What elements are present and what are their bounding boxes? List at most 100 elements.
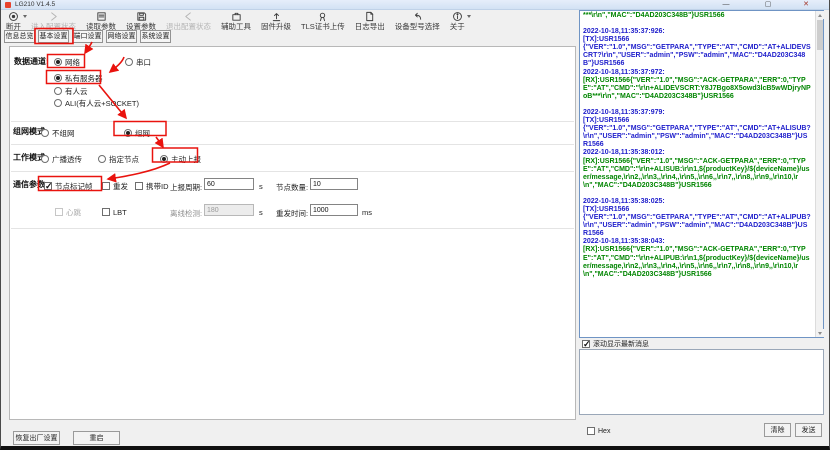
- window-titlebar: LG210 V1.4.5 — ▢ ✕: [1, 0, 829, 10]
- checkbox-carry-id[interactable]: 携带ID: [135, 181, 169, 191]
- log-entry: 2022-10-18,11:35:38:025: [TX]:USR1566 {"…: [583, 198, 812, 238]
- minimize-button[interactable]: —: [711, 0, 741, 10]
- log-scrollbar[interactable]: [815, 11, 823, 337]
- divider: [11, 144, 574, 145]
- toolbar-item-enter-config-state: 进入配置状态: [28, 11, 79, 31]
- log-entry: 2022-10-18,11:35:37:979: [TX]:USR1566 {"…: [583, 109, 812, 149]
- send-button[interactable]: 发送: [795, 423, 822, 437]
- toolbar-item-about[interactable]: 关于: [447, 11, 468, 31]
- send-input[interactable]: [579, 349, 824, 415]
- radio-broadcast-transparent[interactable]: 广播透传: [41, 154, 82, 164]
- divider: [11, 121, 574, 122]
- report-cycle-label: 上报周期:: [170, 182, 202, 193]
- clear-button[interactable]: 清除: [764, 423, 791, 437]
- form-panel: 数据通道: 组网模式: 工作模式: 通信参数: 网络串口 私有服务器有人云ALI…: [9, 46, 576, 420]
- report-cycle-input[interactable]: [204, 178, 254, 190]
- toolbar-item-set-params[interactable]: 设置参数: [123, 11, 159, 31]
- hex-checkbox[interactable]: [587, 427, 595, 435]
- scrollbar-down-icon[interactable]: [816, 329, 824, 337]
- close-button[interactable]: ✕: [787, 0, 825, 10]
- section-label-data-channel: 数据通道:: [14, 56, 49, 67]
- firmware-upgrade-icon: [261, 11, 291, 22]
- toolbar-item-read-params[interactable]: 读取参数: [83, 11, 119, 31]
- tab-network-settings[interactable]: 网络设置: [106, 30, 137, 43]
- window-title: LG210 V1.4.5: [15, 1, 55, 8]
- autoscroll-label: 滚动显示最新消息: [593, 339, 649, 349]
- exit-config-icon: [166, 11, 211, 22]
- log-entry: ***\r\n","MAC":"D4AD203C348B"}USR1566: [583, 12, 812, 20]
- toolbar-item-device-model-select[interactable]: 设备型号选择: [392, 11, 443, 31]
- log-entry: 2022-10-18,11:35:37:926: [TX]:USR1566 {"…: [583, 28, 812, 68]
- resend-time-input[interactable]: [310, 204, 358, 216]
- aux-tools-icon: [221, 11, 251, 22]
- disconnect-icon: [6, 11, 21, 22]
- dropdown-caret-icon[interactable]: [23, 15, 27, 18]
- about-icon: [450, 11, 465, 22]
- restart-button[interactable]: 重启: [73, 431, 120, 445]
- radio-ali-cloud[interactable]: ALI(有人云+SOCKET): [54, 98, 139, 108]
- log-entry: [RX]:USR1566{"VER":"1.0","MSG":"ACK-GETP…: [583, 246, 812, 278]
- log-entries: ***\r\n","MAC":"D4AD203C348B"}USR1566 202…: [581, 11, 814, 337]
- log-output[interactable]: ***\r\n","MAC":"D4AD203C348B"}USR1566 202…: [579, 10, 824, 338]
- checkbox-heartbeat: 心跳: [55, 207, 81, 217]
- node-count-label: 节点数量:: [276, 182, 308, 193]
- log-entry: [RX]:USR1566{"VER":"1.0","MSG":"ACK-GETP…: [583, 158, 812, 190]
- hex-option[interactable]: Hex: [587, 427, 610, 435]
- resend-time-label: 重发时间:: [276, 208, 308, 219]
- toolbar-item-aux-tools[interactable]: 辅助工具: [218, 11, 254, 31]
- app-icon: [5, 2, 11, 8]
- offline-detect-unit: s: [259, 208, 263, 217]
- node-count-input[interactable]: [310, 178, 358, 190]
- read-params-icon: [86, 11, 116, 22]
- radio-mesh[interactable]: 组网: [124, 128, 150, 138]
- set-params-icon: [126, 11, 156, 22]
- toolbar-item-exit-config-state: 退出配置状态: [163, 11, 214, 31]
- tab-bar: 信息总览基本设置端口设置网络设置系统设置: [4, 30, 174, 44]
- offline-detect-label: 离线检测:: [170, 208, 202, 219]
- tab-info-overview[interactable]: 信息总览: [4, 30, 35, 43]
- section-label-comm-params: 通信参数:: [13, 179, 48, 190]
- tls-cert-upload-icon: [301, 11, 345, 22]
- enter-config-icon: [31, 11, 76, 22]
- checkbox-resend[interactable]: 重发: [102, 181, 128, 191]
- autoscroll-option[interactable]: 滚动显示最新消息: [582, 339, 649, 349]
- tab-port-settings[interactable]: 端口设置: [72, 30, 103, 43]
- log-entry: [583, 101, 812, 109]
- radio-designated-node[interactable]: 指定节点: [98, 154, 139, 164]
- log-entry: [RX]:USR1566{"VER":"1.0","MSG":"ACK-GETP…: [583, 77, 812, 101]
- app-window: LG210 V1.4.5 — ▢ ✕ 断开进入配置状态读取参数设置参数退出配置状…: [0, 0, 830, 450]
- toolbar-item-disconnect[interactable]: 断开: [3, 11, 24, 31]
- log-entry: [583, 20, 812, 28]
- scrollbar-up-icon[interactable]: [816, 11, 824, 19]
- tab-system-settings[interactable]: 系统设置: [140, 30, 171, 43]
- log-entry: [583, 190, 812, 198]
- radio-active-report[interactable]: 主动上报: [160, 154, 201, 164]
- toolbar-item-firmware-upgrade[interactable]: 固件升级: [258, 11, 294, 31]
- resend-time-unit: ms: [362, 208, 372, 217]
- dropdown-caret-icon[interactable]: [467, 15, 471, 18]
- hex-label: Hex: [598, 428, 610, 435]
- autoscroll-checkbox[interactable]: [582, 340, 590, 348]
- radio-no-mesh[interactable]: 不组网: [41, 128, 75, 138]
- device-model-select-icon: [395, 11, 440, 22]
- checkbox-node-mark-frame[interactable]: 节点标记帧: [44, 181, 93, 191]
- log-entry: 2022-10-18,11:35:38:012:: [583, 149, 812, 157]
- radio-usr-cloud[interactable]: 有人云: [54, 86, 88, 96]
- divider: [11, 228, 574, 229]
- toolbar-item-log-export[interactable]: 日志导出: [352, 11, 388, 31]
- tab-basic-settings[interactable]: 基本设置: [38, 30, 69, 43]
- log-entry: 2022-10-18,11:35:37:972:: [583, 69, 812, 77]
- maximize-button[interactable]: ▢: [753, 0, 783, 10]
- factory-reset-button[interactable]: 恢复出厂设置: [13, 431, 60, 445]
- radio-serial-port[interactable]: 串口: [125, 57, 151, 67]
- offline-detect-input: [204, 204, 254, 216]
- log-entry: 2022-10-18,11:35:38:043:: [583, 238, 812, 246]
- radio-network[interactable]: 网络: [54, 57, 80, 67]
- report-cycle-unit: s: [259, 182, 263, 191]
- radio-private-server[interactable]: 私有服务器: [54, 73, 103, 83]
- toolbar: 断开进入配置状态读取参数设置参数退出配置状态辅助工具固件升级TLS证书上传日志导…: [3, 11, 472, 32]
- checkbox-lbt[interactable]: LBT: [102, 207, 127, 217]
- divider: [11, 171, 574, 172]
- scrollbar-thumb[interactable]: [817, 20, 823, 50]
- toolbar-item-tls-cert-upload[interactable]: TLS证书上传: [298, 11, 348, 31]
